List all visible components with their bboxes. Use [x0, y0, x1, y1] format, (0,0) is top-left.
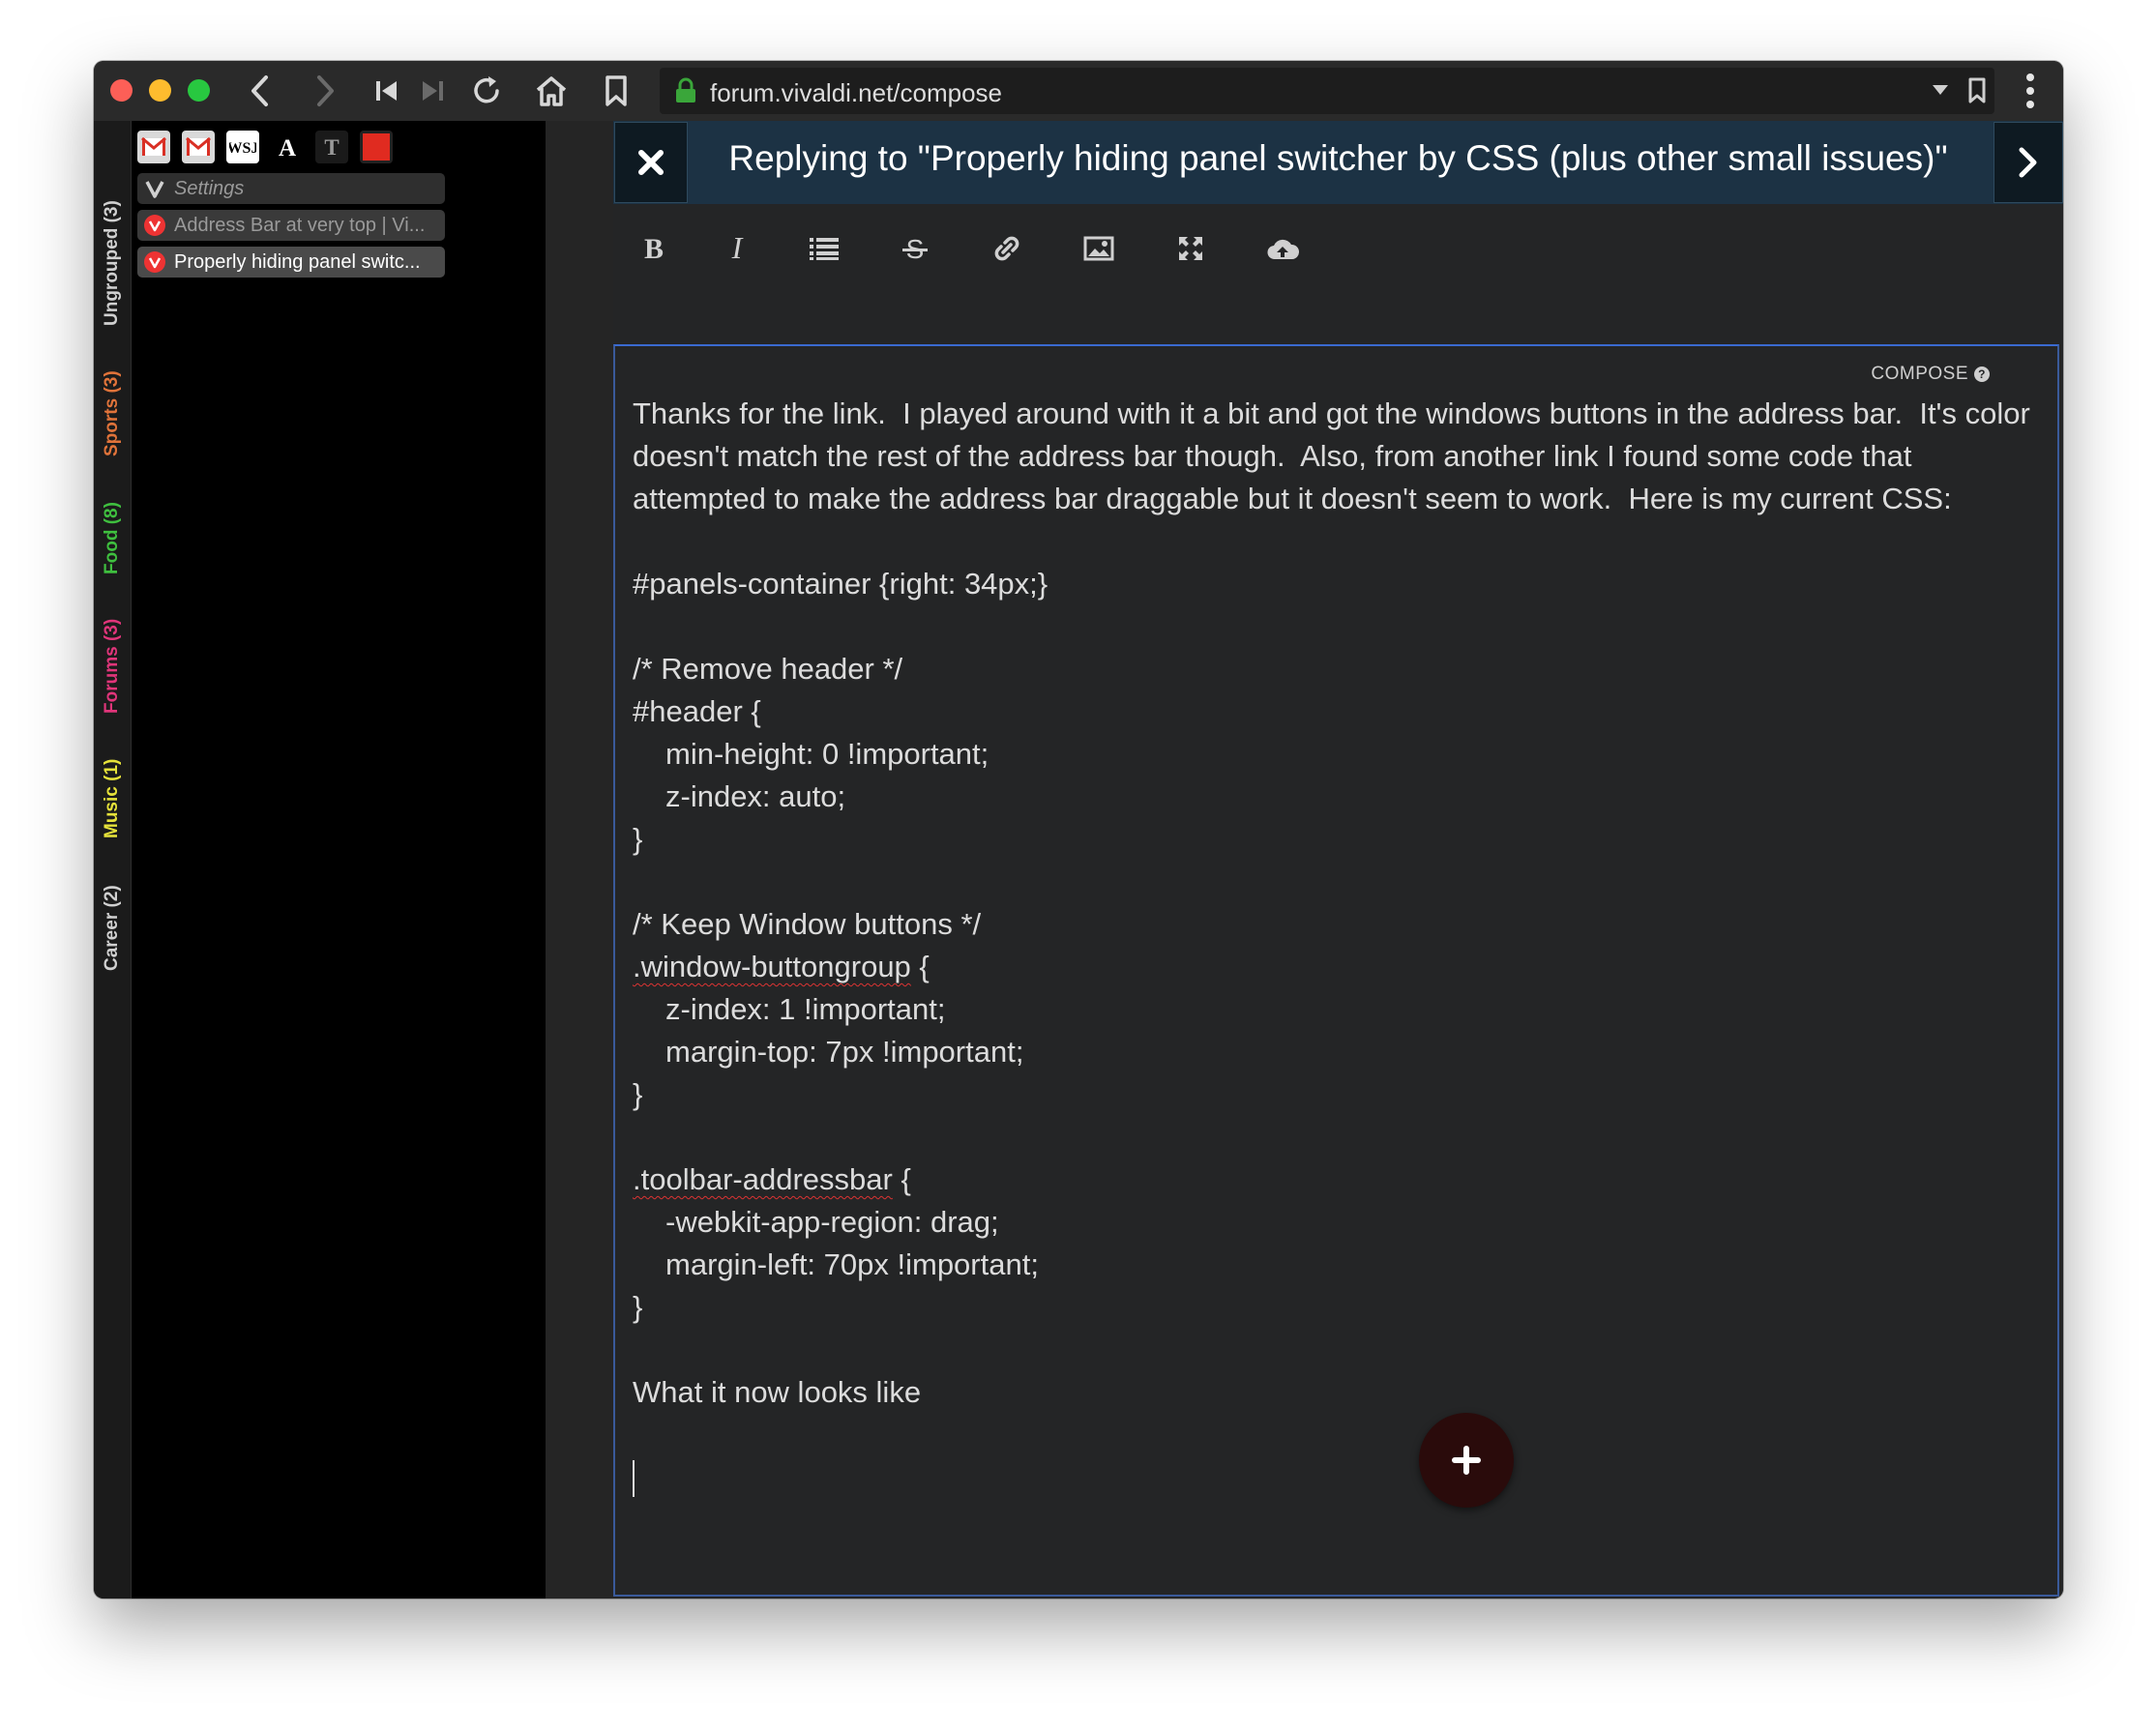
tab-properly-hiding[interactable]: Properly hiding panel switc... — [137, 247, 445, 278]
code-line: -webkit-app-region: drag; — [665, 1205, 999, 1239]
gutter — [546, 121, 613, 1598]
bookmark-icon[interactable] — [597, 72, 635, 110]
add-button[interactable] — [1419, 1413, 1514, 1508]
upload-icon[interactable] — [1261, 229, 1304, 268]
chevron-right-icon — [2019, 147, 2037, 178]
zoom-window-button[interactable] — [188, 79, 210, 102]
submit-button[interactable] — [1994, 122, 2063, 203]
compose-mode-label: COMPOSE ? — [1871, 364, 1990, 385]
italic-icon[interactable]: I — [716, 229, 758, 268]
group-music[interactable]: Music (1) — [94, 741, 131, 857]
text-cursor — [633, 1460, 635, 1497]
tab-address-bar[interactable]: Address Bar at very top | Vi... — [137, 210, 445, 241]
minimize-window-button[interactable] — [149, 79, 171, 102]
tab-settings[interactable]: Settings — [137, 173, 445, 204]
dropdown-arrow-icon[interactable] — [1932, 83, 1949, 101]
home-icon[interactable] — [532, 72, 571, 110]
code-line: } — [633, 1290, 643, 1324]
composer: Replying to "Properly hiding panel switc… — [613, 121, 2063, 1598]
tab-group-strip: Ungrouped (3) Sports (3) Food (8) Forums… — [94, 121, 132, 1598]
tab-panel: WSJ A T Settings Address Bar at very top… — [132, 121, 546, 1598]
svg-text:T: T — [324, 135, 339, 160]
a-icon[interactable]: A — [271, 131, 304, 163]
browser-window: forum.vivaldi.net/compose Ungrouped (3) … — [94, 61, 2063, 1598]
code-line: z-index: auto; — [665, 779, 846, 813]
wsj-icon[interactable]: WSJ — [226, 131, 259, 163]
strikethrough-icon[interactable]: S — [894, 229, 936, 268]
code-line: #header { — [633, 694, 761, 728]
vivaldi-icon — [144, 251, 165, 273]
composer-title-bar: Replying to "Properly hiding panel switc… — [613, 121, 2063, 204]
address-bar[interactable]: forum.vivaldi.net/compose — [660, 68, 1994, 114]
group-food[interactable]: Food (8) — [94, 486, 131, 591]
code-line: /* Keep Window buttons */ — [633, 907, 982, 941]
back-icon[interactable] — [241, 72, 280, 110]
tab-title: Address Bar at very top | Vi... — [174, 214, 426, 236]
close-icon — [638, 150, 664, 175]
vivaldi-icon — [144, 215, 165, 236]
bold-icon[interactable]: B — [633, 229, 675, 268]
gmail-icon[interactable] — [182, 131, 215, 163]
code-line: } — [633, 1077, 643, 1111]
format-toolbar: B I S — [613, 204, 2063, 308]
image-icon[interactable] — [1078, 229, 1120, 268]
svg-text:WSJ: WSJ — [229, 140, 256, 157]
menu-icon[interactable] — [2024, 73, 2036, 114]
link-icon[interactable] — [986, 229, 1028, 268]
list-icon[interactable] — [803, 229, 845, 268]
discard-button[interactable] — [614, 122, 688, 203]
composer-title: Replying to "Properly hiding panel switc… — [728, 138, 1948, 178]
paragraph: What it now looks like — [633, 1375, 922, 1409]
group-career[interactable]: Career (2) — [94, 865, 131, 991]
code-line: /* Remove header */ — [633, 652, 903, 686]
red-square-icon[interactable] — [360, 131, 393, 163]
gmail-icon[interactable] — [137, 131, 170, 163]
code-line: z-index: 1 !important; — [665, 992, 946, 1026]
code-line: } — [633, 822, 643, 856]
code-line: .window-buttongroup { — [633, 950, 930, 983]
vivaldi-settings-icon — [144, 178, 165, 199]
code-line: min-height: 0 !important; — [665, 737, 989, 771]
reload-icon[interactable] — [467, 72, 506, 110]
nyt-icon[interactable]: T — [315, 131, 348, 163]
fast-forward-icon[interactable] — [413, 72, 452, 110]
tab-title: Settings — [174, 177, 245, 199]
help-icon[interactable]: ? — [1974, 367, 1990, 382]
misspelled-word[interactable]: .window-buttongroup — [633, 950, 911, 983]
svg-text:B: B — [644, 234, 664, 263]
code-line: margin-top: 7px !important; — [665, 1035, 1024, 1069]
code-line: #panels-container {right: 34px;} — [633, 567, 1048, 601]
fullscreen-icon[interactable] — [1169, 229, 1212, 268]
paragraph: Thanks for the link. I played around wit… — [633, 396, 2039, 515]
lock-icon — [673, 77, 698, 109]
svg-text:A: A — [279, 135, 296, 160]
plus-icon — [1452, 1446, 1481, 1475]
url-text: forum.vivaldi.net/compose — [710, 78, 1003, 107]
compose-body: Thanks for the link. I played around wit… — [633, 393, 2035, 1414]
group-sports[interactable]: Sports (3) — [94, 351, 131, 477]
code-line: margin-left: 70px !important; — [665, 1247, 1039, 1281]
bookmark-page-icon[interactable] — [1967, 77, 1987, 109]
group-ungrouped[interactable]: Ungrouped (3) — [94, 185, 131, 341]
svg-text:I: I — [731, 234, 744, 263]
code-line: .toolbar-addressbar { — [633, 1162, 911, 1196]
compose-textarea[interactable]: COMPOSE ? Thanks for the link. I played … — [613, 344, 2059, 1597]
close-window-button[interactable] — [110, 79, 133, 102]
rewind-icon[interactable] — [368, 72, 406, 110]
tab-title: Properly hiding panel switc... — [174, 250, 421, 273]
forward-icon[interactable] — [306, 72, 344, 110]
group-forums[interactable]: Forums (3) — [94, 600, 131, 733]
misspelled-word[interactable]: .toolbar-addressbar — [633, 1162, 893, 1196]
browser-toolbar: forum.vivaldi.net/compose — [94, 61, 2063, 122]
